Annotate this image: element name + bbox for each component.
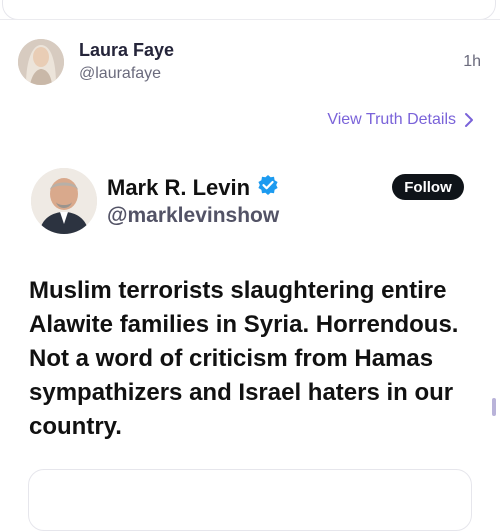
- author-avatar[interactable]: [18, 39, 64, 85]
- post-header: Laura Faye @laurafaye 1h: [0, 36, 500, 92]
- embedded-name-row: Mark R. Levin: [107, 174, 279, 201]
- view-truth-details-link[interactable]: View Truth Details: [327, 111, 474, 129]
- embedded-author-name[interactable]: Mark R. Levin: [107, 175, 250, 201]
- verified-badge-icon: [257, 174, 279, 201]
- embedded-author-avatar[interactable]: [31, 168, 97, 234]
- chevron-right-icon: [464, 112, 474, 128]
- divider: [0, 19, 500, 20]
- author-handle[interactable]: @laurafaye: [79, 65, 161, 83]
- author-name[interactable]: Laura Faye: [79, 40, 174, 61]
- embedded-author-handle[interactable]: @marklevinshow: [107, 204, 279, 228]
- embedded-post: Mark R. Levin @marklevinshow Follow Musl…: [0, 160, 500, 460]
- embedded-post-text: Muslim terrorists slaughtering entire Al…: [29, 277, 459, 440]
- next-content-card: [28, 469, 472, 531]
- view-truth-details-label: View Truth Details: [327, 111, 456, 128]
- post-timestamp: 1h: [463, 53, 481, 70]
- previous-post-card: [2, 0, 496, 20]
- scrollbar-thumb[interactable]: [492, 398, 496, 416]
- follow-button[interactable]: Follow: [392, 174, 464, 200]
